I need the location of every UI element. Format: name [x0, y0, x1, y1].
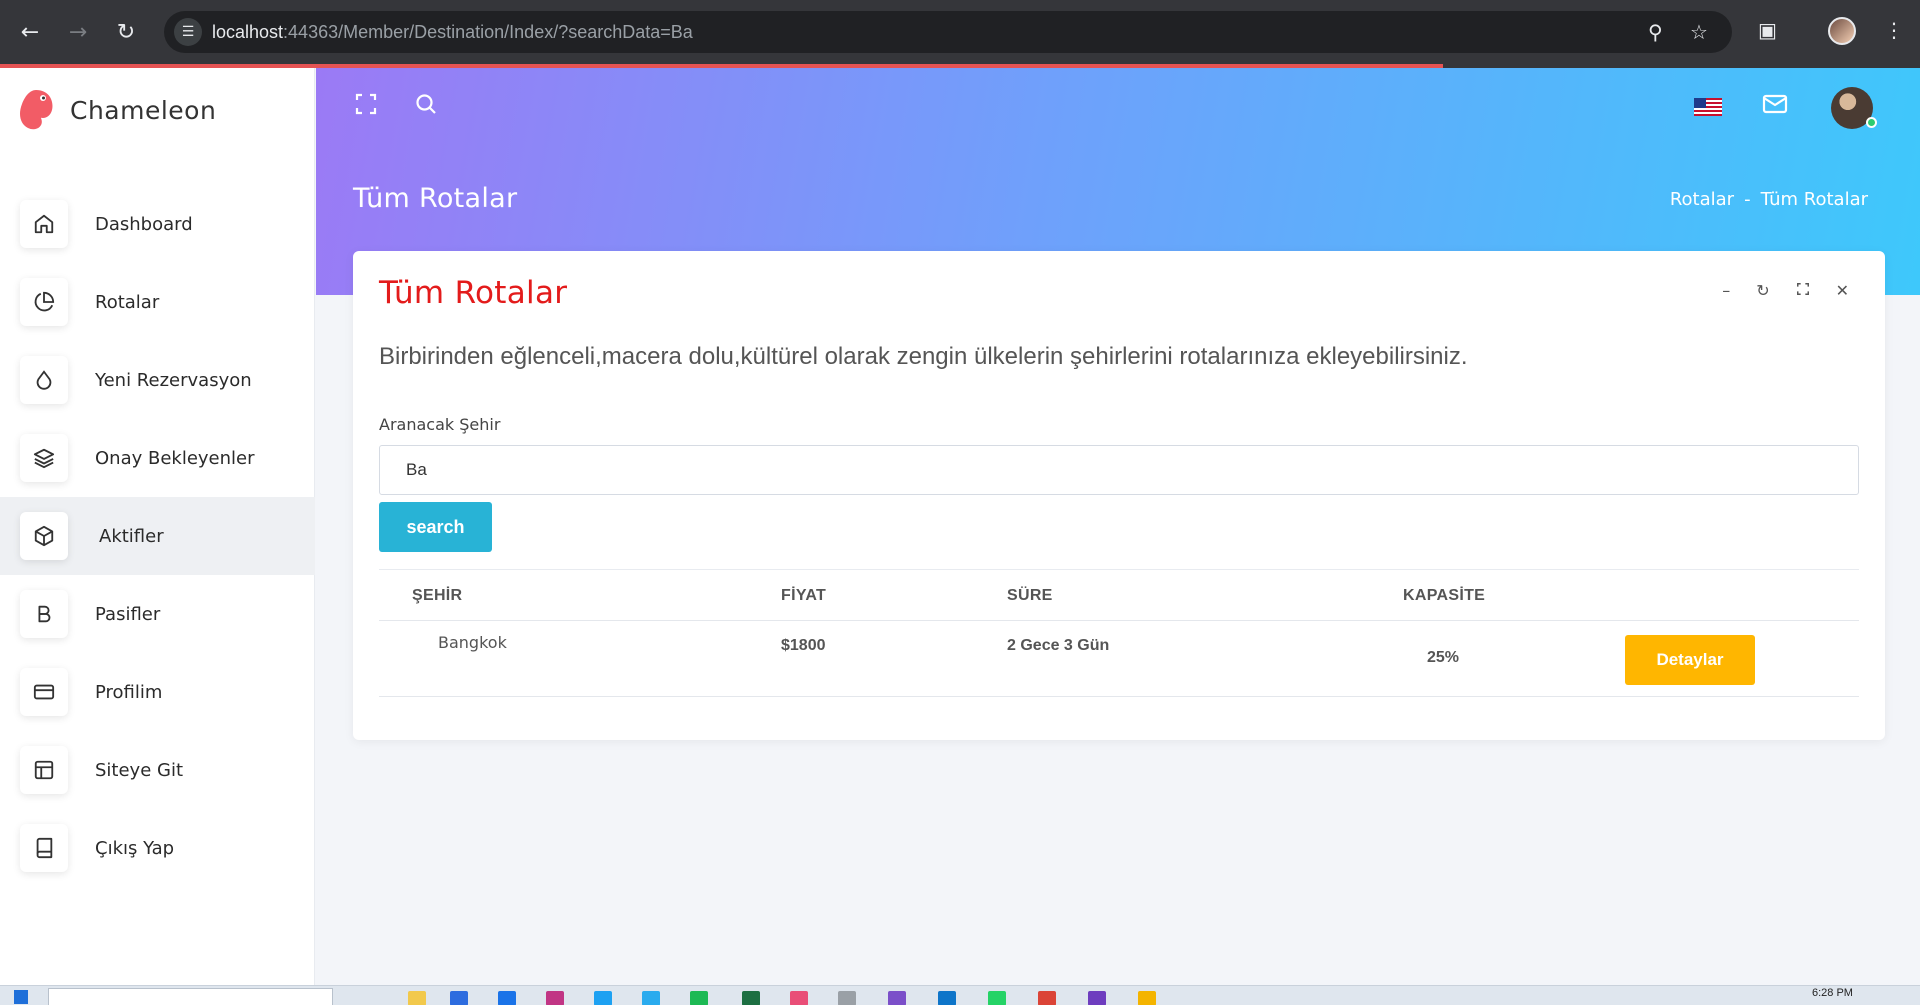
- us-flag-icon[interactable]: [1694, 98, 1722, 116]
- file-explorer-icon[interactable]: [408, 991, 426, 1005]
- capacity-cell: 25%: [1427, 649, 1460, 666]
- forward-arrow-icon[interactable]: →: [66, 20, 90, 45]
- folder-icon[interactable]: [1138, 991, 1156, 1005]
- routes-table: ŞEHİR FİYAT SÜRE KAPASİTE Bangkok $1800 …: [379, 569, 1859, 697]
- instagram-icon[interactable]: [546, 991, 564, 1005]
- column-header-city: ŞEHİR: [412, 587, 463, 604]
- layers-icon: [20, 434, 68, 482]
- droplet-icon: [20, 356, 68, 404]
- address-bar[interactable]: ☰ localhost:44363/Member/Destination/Ind…: [164, 11, 1732, 53]
- minimize-icon[interactable]: –: [1722, 281, 1730, 300]
- excel-icon[interactable]: [742, 991, 760, 1005]
- sidebar-item-dashboard[interactable]: Dashboard: [0, 185, 315, 263]
- vscode-icon[interactable]: [938, 991, 956, 1005]
- online-status-dot: [1866, 117, 1877, 128]
- sidebar-item-profilim[interactable]: Profilim: [0, 653, 315, 731]
- windows-start-icon[interactable]: [14, 990, 28, 1004]
- close-icon[interactable]: ✕: [1836, 281, 1849, 300]
- os-taskbar: 6:28 PM: [0, 985, 1920, 1005]
- zoom-icon[interactable]: ⚲: [1648, 20, 1663, 44]
- mail-app-icon[interactable]: [498, 991, 516, 1005]
- sidebar-item-cikis-yap[interactable]: Çıkış Yap: [0, 809, 315, 887]
- sidebar-item-label: Rotalar: [95, 291, 160, 313]
- sidebar-item-pasifler[interactable]: Pasifler: [0, 575, 315, 653]
- card-tools: – ↻ ✕: [1722, 281, 1849, 300]
- extensions-icon[interactable]: ▣: [1758, 18, 1777, 42]
- card-title: Tüm Rotalar: [379, 275, 568, 311]
- breadcrumb-parent-link[interactable]: Rotalar: [1670, 189, 1734, 210]
- routes-card: Tüm Rotalar – ↻ ✕ Birbirinden eğlenceli,…: [353, 251, 1885, 740]
- browser-menu-icon[interactable]: ⋮: [1884, 18, 1904, 42]
- page-title: Tüm Rotalar: [353, 183, 518, 214]
- url-text[interactable]: localhost:44363/Member/Destination/Index…: [212, 22, 693, 43]
- mail-icon[interactable]: [1762, 93, 1788, 121]
- refresh-icon[interactable]: ↻: [1756, 281, 1769, 300]
- table-row: Bangkok $1800 2 Gece 3 Gün 25% Detaylar: [379, 621, 1859, 697]
- breadcrumb-current: Tüm Rotalar: [1760, 189, 1868, 210]
- sidebar-item-label: Yeni Rezervasyon: [95, 369, 252, 391]
- city-search-input[interactable]: [379, 445, 1859, 495]
- bold-b-icon: [20, 590, 68, 638]
- city-cell: Bangkok: [438, 633, 507, 652]
- app-icon[interactable]: [790, 991, 808, 1005]
- sidebar-item-label: Profilim: [95, 681, 163, 703]
- home-icon: [20, 200, 68, 248]
- sidebar-item-yeni-rezervasyon[interactable]: Yeni Rezervasyon: [0, 341, 315, 419]
- chrome-icon[interactable]: [1038, 991, 1056, 1005]
- sidebar-item-aktifler[interactable]: Aktifler: [0, 497, 315, 575]
- fullscreen-icon[interactable]: [354, 92, 378, 122]
- store-icon[interactable]: [450, 991, 468, 1005]
- browser-profile-avatar[interactable]: [1828, 17, 1856, 45]
- sidebar-item-label: Onay Bekleyenler: [95, 447, 255, 469]
- sidebar-item-onay-bekleyenler[interactable]: Onay Bekleyenler: [0, 419, 315, 497]
- expand-icon[interactable]: [1796, 281, 1810, 300]
- back-arrow-icon[interactable]: ←: [18, 20, 42, 45]
- pie-chart-icon: [20, 278, 68, 326]
- credit-card-icon: [20, 668, 68, 716]
- bookmark-star-icon[interactable]: ☆: [1690, 20, 1708, 44]
- sidebar-item-rotalar[interactable]: Rotalar: [0, 263, 315, 341]
- sidebar-item-label: Dashboard: [95, 213, 193, 235]
- column-header-price: FİYAT: [781, 587, 827, 604]
- brand[interactable]: Chameleon: [16, 86, 216, 134]
- book-icon: [20, 824, 68, 872]
- layout-icon: [20, 746, 68, 794]
- twitter-icon[interactable]: [594, 991, 612, 1005]
- browser-toolbar: ← → ↻ ☰ localhost:44363/Member/Destinati…: [0, 0, 1920, 64]
- sidebar-item-label: Pasifler: [95, 603, 161, 625]
- notepad-icon[interactable]: [838, 991, 856, 1005]
- search-icon[interactable]: [414, 92, 438, 122]
- details-button[interactable]: Detaylar: [1625, 635, 1755, 685]
- reload-icon[interactable]: ↻: [114, 20, 138, 45]
- chameleon-logo-icon: [20, 90, 53, 130]
- duration-cell: 2 Gece 3 Gün: [1007, 637, 1110, 654]
- taskbar-clock: 6:28 PM: [1812, 987, 1853, 999]
- column-header-capacity: KAPASİTE: [1403, 587, 1486, 604]
- telegram-icon[interactable]: [642, 991, 660, 1005]
- spotify-icon[interactable]: [690, 991, 708, 1005]
- box-icon: [20, 512, 68, 560]
- whatsapp-icon[interactable]: [988, 991, 1006, 1005]
- breadcrumb-separator: -: [1744, 189, 1751, 210]
- site-info-icon[interactable]: ☰: [174, 18, 202, 46]
- price-cell: $1800: [781, 637, 826, 654]
- visual-studio-icon[interactable]: [888, 991, 906, 1005]
- table-header: ŞEHİR FİYAT SÜRE KAPASİTE: [379, 569, 1859, 621]
- taskbar-search-box[interactable]: [48, 988, 333, 1005]
- breadcrumb: Rotalar - Tüm Rotalar: [1670, 189, 1868, 210]
- search-button[interactable]: search: [379, 502, 492, 552]
- sidebar-item-siteye-git[interactable]: Siteye Git: [0, 731, 315, 809]
- sidebar-item-label: Aktifler: [99, 525, 164, 547]
- column-header-duration: SÜRE: [1007, 587, 1053, 604]
- search-field-label: Aranacak Şehir: [379, 415, 501, 434]
- visual-studio-2-icon[interactable]: [1088, 991, 1106, 1005]
- card-description: Birbirinden eğlenceli,macera dolu,kültür…: [379, 343, 1468, 370]
- sidebar: Chameleon Dashboard Rotalar Yeni Rezerva…: [0, 68, 315, 985]
- brand-name: Chameleon: [70, 95, 217, 125]
- sidebar-item-label: Siteye Git: [95, 759, 184, 781]
- sidebar-item-label: Çıkış Yap: [95, 837, 175, 859]
